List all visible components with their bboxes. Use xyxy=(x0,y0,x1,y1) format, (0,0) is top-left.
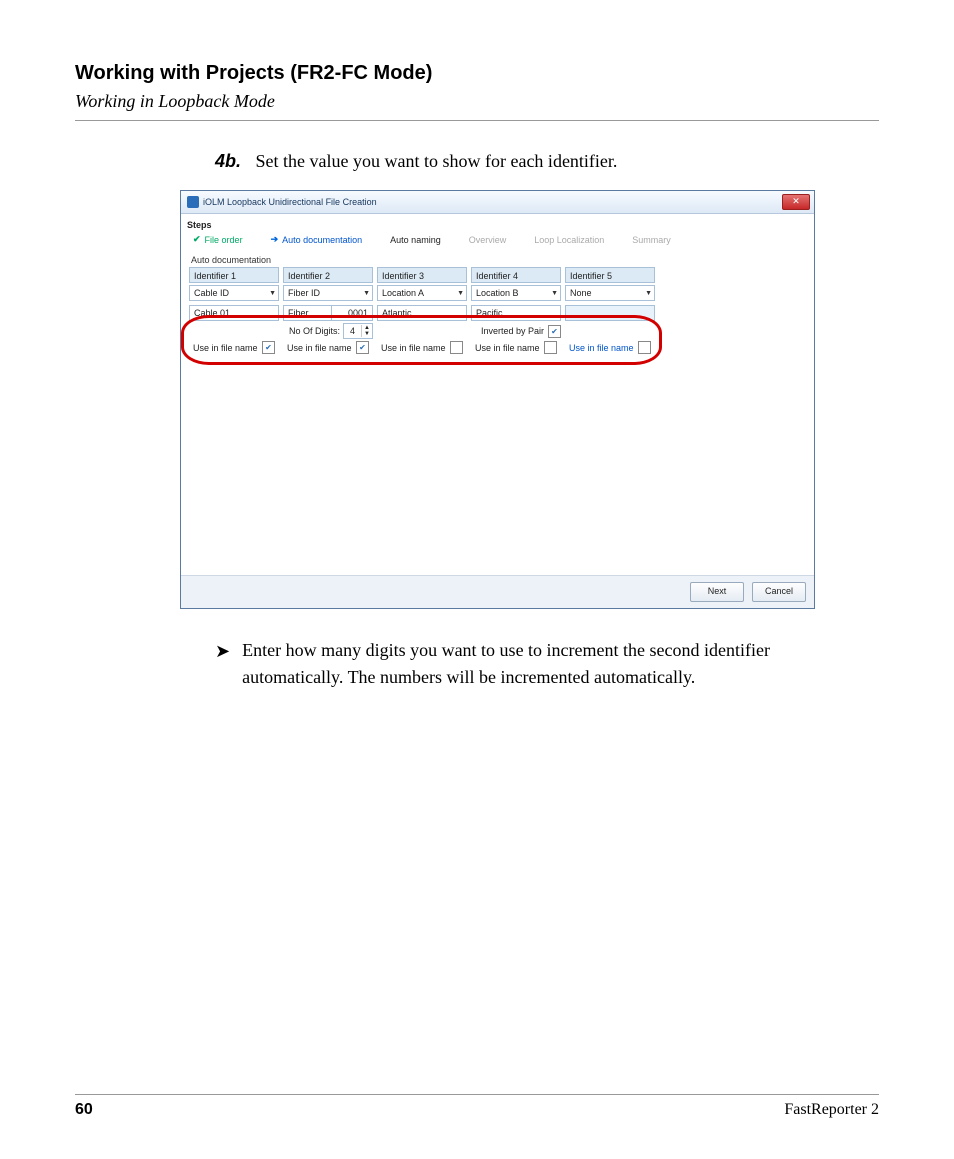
use-in-file-5: Use in file name xyxy=(565,341,655,354)
section-title: Working in Loopback Mode xyxy=(75,91,879,112)
use-checkbox-2[interactable]: ✔ xyxy=(356,341,369,354)
no-of-digits-row: No Of Digits: 4 ▲▼ xyxy=(283,323,373,339)
use-in-file-4: Use in file name xyxy=(471,341,561,354)
use-in-file-2: Use in file name ✔ xyxy=(283,341,373,354)
digits-label: No Of Digits: xyxy=(289,326,340,336)
step-loop-localization: Loop Localization xyxy=(534,235,604,245)
input-id1-value[interactable]: Cable 01 xyxy=(189,305,279,321)
input-id2-prefix[interactable]: Fiber xyxy=(283,305,331,321)
screenshot-dialog-wrap: iOLM Loopback Unidirectional File Creati… xyxy=(180,190,815,609)
step-instruction: 4b. Set the value you want to show for e… xyxy=(215,151,879,172)
input-id3-value[interactable]: Atlantic xyxy=(377,305,467,321)
input-id4-value[interactable]: Pacific xyxy=(471,305,561,321)
inverted-checkbox[interactable]: ✔ xyxy=(548,325,561,338)
input-id2-value[interactable]: Fiber 0001 xyxy=(283,305,373,321)
chevron-down-icon: ▼ xyxy=(551,290,558,297)
bullet-text: Enter how many digits you want to use to… xyxy=(242,637,875,691)
use-checkbox-3[interactable] xyxy=(450,341,463,354)
chapter-title: Working with Projects (FR2-FC Mode) xyxy=(75,62,879,85)
chevron-down-icon: ▼ xyxy=(457,290,464,297)
chevron-down-icon: ▼ xyxy=(363,290,370,297)
use-checkbox-5[interactable] xyxy=(638,341,651,354)
chevron-down-icon: ▼ xyxy=(645,290,652,297)
use-label: Use in file name xyxy=(381,343,446,353)
use-checkbox-4[interactable] xyxy=(544,341,557,354)
header-divider xyxy=(75,120,879,121)
combo-value: Location B xyxy=(476,288,519,298)
step-label: Auto documentation xyxy=(282,235,362,245)
step-summary: Summary xyxy=(632,235,671,245)
combo-value: Location A xyxy=(382,288,424,298)
combo-value: None xyxy=(570,288,592,298)
check-icon: ✔ xyxy=(193,234,201,245)
spinner-buttons[interactable]: ▲▼ xyxy=(361,325,372,337)
combo-id5-type[interactable]: None ▼ xyxy=(565,285,655,301)
combo-id1-type[interactable]: Cable ID ▼ xyxy=(189,285,279,301)
titlebar: iOLM Loopback Unidirectional File Creati… xyxy=(181,191,814,214)
combo-id2-type[interactable]: Fiber ID ▼ xyxy=(283,285,373,301)
dialog: iOLM Loopback Unidirectional File Creati… xyxy=(180,190,815,609)
step-label: File order xyxy=(205,235,243,245)
close-button[interactable]: ✕ xyxy=(782,194,810,210)
steps-heading: Steps xyxy=(187,220,806,230)
header-id4: Identifier 4 xyxy=(471,267,561,283)
bullet-arrow-icon: ➤ xyxy=(215,638,230,692)
page-footer: 60 FastReporter 2 xyxy=(75,1094,879,1119)
input-id2-number[interactable]: 0001 xyxy=(331,305,373,321)
dialog-empty-area xyxy=(189,354,806,569)
arrow-right-icon: ➔ xyxy=(271,234,279,245)
product-name: FastReporter 2 xyxy=(784,1101,879,1119)
use-in-file-3: Use in file name xyxy=(377,341,467,354)
footer-divider xyxy=(75,1094,879,1095)
inverted-label: Inverted by Pair xyxy=(481,326,544,336)
combo-id4-type[interactable]: Location B ▼ xyxy=(471,285,561,301)
spinner-down-icon[interactable]: ▼ xyxy=(362,331,372,337)
combo-value: Cable ID xyxy=(194,288,229,298)
cancel-button[interactable]: Cancel xyxy=(752,582,806,602)
header-id1: Identifier 1 xyxy=(189,267,279,283)
header-id2: Identifier 2 xyxy=(283,267,373,283)
input-id5-value[interactable] xyxy=(565,305,655,321)
step-file-order[interactable]: ✔ File order xyxy=(193,234,243,245)
combo-value: Fiber ID xyxy=(288,288,320,298)
dialog-footer: Next Cancel xyxy=(181,575,814,608)
identifier-grid: Identifier 1 Identifier 2 Identifier 3 I… xyxy=(189,267,806,354)
step-text: Set the value you want to show for each … xyxy=(256,151,618,171)
digits-value: 4 xyxy=(344,326,361,336)
use-in-file-1: Use in file name ✔ xyxy=(189,341,279,354)
header-id5: Identifier 5 xyxy=(565,267,655,283)
wizard-steps: ✔ File order ➔ Auto documentation Auto n… xyxy=(189,234,806,245)
next-button[interactable]: Next xyxy=(690,582,744,602)
group-autodoc-label: Auto documentation xyxy=(191,255,806,265)
use-label: Use in file name xyxy=(193,343,258,353)
combo-id3-type[interactable]: Location A ▼ xyxy=(377,285,467,301)
digits-spinner[interactable]: 4 ▲▼ xyxy=(343,323,373,339)
header-id3: Identifier 3 xyxy=(377,267,467,283)
dialog-title: iOLM Loopback Unidirectional File Creati… xyxy=(203,197,377,207)
bullet-paragraph: ➤ Enter how many digits you want to use … xyxy=(215,637,875,691)
chevron-down-icon: ▼ xyxy=(269,290,276,297)
step-overview: Overview xyxy=(469,235,507,245)
app-icon xyxy=(187,196,199,208)
step-auto-naming[interactable]: Auto naming xyxy=(390,235,441,245)
use-label: Use in file name xyxy=(287,343,352,353)
inverted-by-pair-row: Inverted by Pair ✔ xyxy=(377,323,561,339)
dialog-body: Steps ✔ File order ➔ Auto documentation … xyxy=(181,214,814,575)
page-number: 60 xyxy=(75,1101,93,1119)
use-label: Use in file name xyxy=(569,343,634,353)
use-label: Use in file name xyxy=(475,343,540,353)
step-number: 4b. xyxy=(215,151,241,171)
step-auto-documentation[interactable]: ➔ Auto documentation xyxy=(271,234,363,245)
use-checkbox-1[interactable]: ✔ xyxy=(262,341,275,354)
